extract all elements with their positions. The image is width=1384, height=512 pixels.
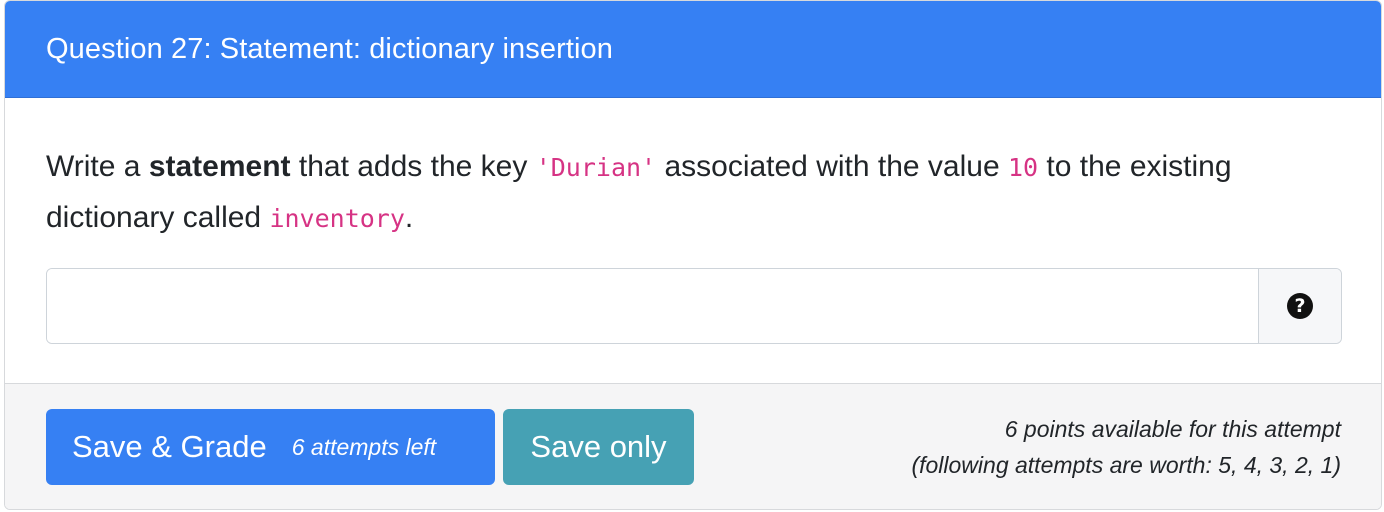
code-value: 10 (1007, 153, 1039, 182)
question-title: Question 27: Statement: dictionary inser… (46, 32, 613, 65)
question-circle-icon: ? (1287, 293, 1313, 319)
question-footer: Save & Grade 6 attempts left Save only 6… (5, 383, 1381, 509)
points-info: 6 points available for this attempt (fol… (911, 411, 1341, 483)
points-available: 6 points available for this attempt (1004, 416, 1341, 442)
following-attempts-worth: (following attempts are worth: 5, 4, 3, … (911, 452, 1341, 478)
code-key: 'Durian' (535, 153, 657, 182)
prompt-text-2: that adds the key (290, 150, 536, 183)
answer-input[interactable] (47, 269, 1258, 343)
attempts-left-label: 6 attempts left (291, 433, 437, 460)
help-button[interactable]: ? (1258, 269, 1341, 343)
code-dict: inventory (269, 204, 405, 233)
prompt-bold-statement: statement (148, 150, 291, 183)
answer-input-group: ? (46, 268, 1342, 344)
save-only-button[interactable]: Save only (503, 409, 694, 485)
question-header: Question 27: Statement: dictionary inser… (5, 1, 1381, 98)
prompt-text-1: Write a (46, 150, 149, 183)
save-and-grade-button[interactable]: Save & Grade 6 attempts left (46, 409, 495, 485)
question-prompt: Write a statement that adds the key 'Dur… (46, 142, 1340, 244)
save-and-grade-label: Save & Grade (72, 429, 267, 464)
question-body: Write a statement that adds the key 'Dur… (5, 98, 1381, 383)
question-card: Question 27: Statement: dictionary inser… (4, 0, 1382, 510)
prompt-text-3: associated with the value (656, 150, 1008, 183)
prompt-text-5: . (404, 201, 414, 234)
